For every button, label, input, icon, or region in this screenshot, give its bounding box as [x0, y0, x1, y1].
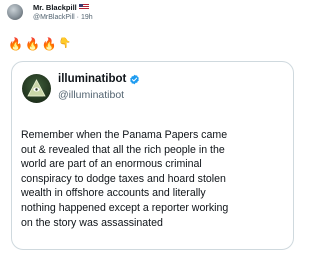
quoted-text-line: on the story was assassinated — [21, 216, 163, 229]
quoted-text-line: out & revealed that all the rich people … — [21, 143, 225, 156]
us-flag-icon — [78, 4, 89, 10]
timestamp[interactable]: 19h — [81, 14, 93, 21]
quoted-text-line: wealth in offshore accounts and literall… — [21, 187, 206, 200]
post-text: 🔥 🔥 🔥 👇 — [8, 36, 71, 52]
post-header: Mr. Blackpill @MrBlackPill · 19h — [4, 1, 296, 27]
quoted-text-line: world are part of an enormous criminal — [21, 158, 202, 171]
quoted-author-name[interactable]: illuminatibot — [58, 73, 140, 85]
author-meta: @MrBlackPill · 19h — [33, 14, 93, 21]
quoted-post-text: Remember when the Panama Papers came out… — [21, 128, 289, 230]
avatar[interactable] — [7, 4, 23, 20]
quoted-text-line: Remember when the Panama Papers came — [21, 129, 228, 141]
fire-emoji: 🔥 — [8, 37, 23, 51]
author-name-text: Mr. Blackpill — [33, 3, 77, 12]
quoted-text-line: nothing happened except a reporter worki… — [21, 201, 229, 214]
quoted-post-card[interactable]: illuminatibot @illuminatibot Remember wh… — [11, 61, 294, 250]
quoted-author-handle[interactable]: @illuminatibot — [58, 89, 124, 101]
fire-emoji: 🔥 — [41, 37, 57, 51]
verified-badge-icon — [130, 74, 140, 84]
author-handle[interactable]: @MrBlackPill — [33, 14, 75, 21]
pointing-down-emoji: 👇 — [58, 38, 72, 49]
quoted-author-name-text: illuminatibot — [58, 73, 127, 85]
author-name[interactable]: Mr. Blackpill — [33, 3, 89, 12]
quoted-text-line: conspiracy to dodge taxes and hoard stol… — [21, 172, 226, 185]
eye-pyramid-icon — [27, 79, 46, 97]
fire-emoji: 🔥 — [24, 37, 40, 51]
eye-pyramid-logo[interactable] — [22, 74, 51, 103]
